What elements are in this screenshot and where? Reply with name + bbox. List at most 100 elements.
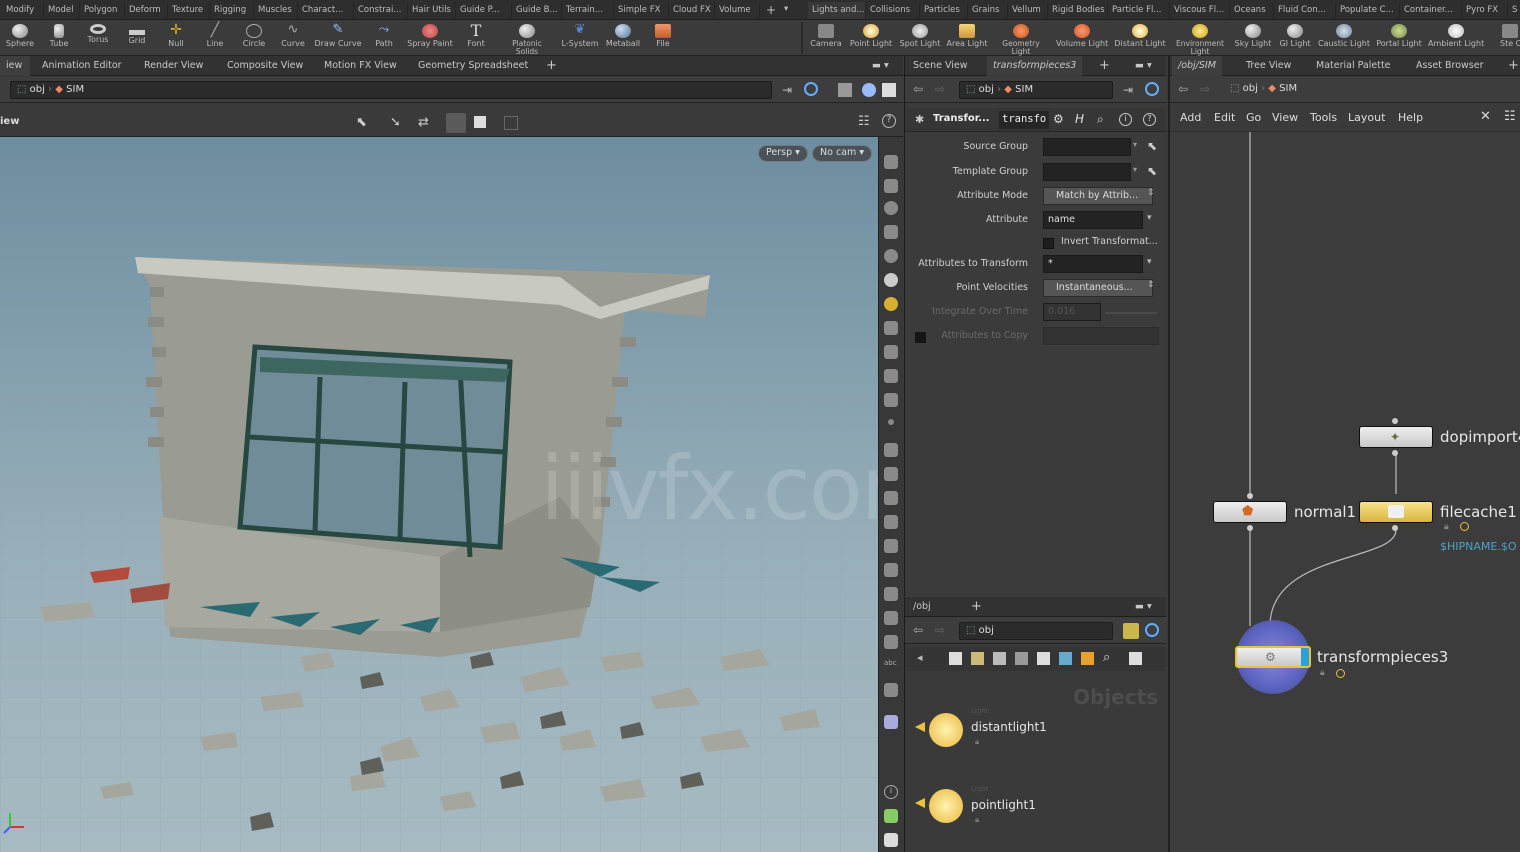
- shelf-tab[interactable]: Polygon: [80, 2, 125, 19]
- line-tool[interactable]: ╱ Line: [195, 22, 235, 56]
- gi-light-tool[interactable]: GI Light: [1275, 22, 1315, 56]
- shelf-tab[interactable]: Constrai...: [354, 2, 408, 19]
- grid-tool[interactable]: Grid: [117, 22, 157, 56]
- add-tab-icon[interactable]: +: [1502, 54, 1520, 74]
- attribute-field[interactable]: name: [1043, 211, 1143, 229]
- shelf-tab[interactable]: Modify: [2, 2, 44, 19]
- shelf-tab[interactable]: S: [1508, 2, 1520, 19]
- hscript-icon[interactable]: H: [1075, 112, 1084, 126]
- text-icon[interactable]: abc: [884, 659, 898, 673]
- caustic-light-tool[interactable]: Caustic Light: [1318, 22, 1370, 56]
- font-tool[interactable]: T Font: [456, 22, 496, 56]
- list-view-icon[interactable]: [949, 652, 962, 665]
- back-icon[interactable]: ⇦: [1178, 82, 1188, 96]
- camera-tool[interactable]: Camera: [806, 22, 846, 56]
- integrate-slider[interactable]: [1105, 312, 1157, 314]
- search-icon[interactable]: ⌕: [1103, 650, 1110, 665]
- input-connector[interactable]: [1247, 493, 1253, 499]
- menu-add[interactable]: Add: [1180, 111, 1201, 124]
- measure-icon[interactable]: [884, 611, 898, 625]
- gear-icon[interactable]: ⚙: [1053, 112, 1064, 126]
- draw-curve-tool[interactable]: ✎ Draw Curve: [314, 22, 362, 56]
- geometry-light-tool[interactable]: Geometry Light: [998, 22, 1044, 56]
- sticky-note-icon[interactable]: [1037, 652, 1050, 665]
- bounding-box-icon[interactable]: [884, 563, 898, 577]
- background-icon[interactable]: [884, 683, 898, 697]
- tab-motion-fx-view[interactable]: Motion FX View: [318, 56, 403, 76]
- net-path-selector[interactable]: ⬚ obj › ◆ SIM: [1224, 81, 1520, 99]
- distantlight1-node[interactable]: [915, 711, 965, 747]
- tab-obj-sim[interactable]: /obj/SIM: [1172, 56, 1222, 76]
- add-tab-icon[interactable]: +: [540, 54, 563, 74]
- tab-material-palette[interactable]: Material Palette: [1310, 56, 1397, 76]
- ambient-light-tool[interactable]: Ambient Light: [1428, 22, 1484, 56]
- node-name-field[interactable]: transfo: [999, 111, 1049, 129]
- point-display-icon[interactable]: [888, 419, 894, 425]
- snap-icon[interactable]: [884, 225, 898, 239]
- vector-icon[interactable]: [884, 443, 898, 457]
- points-icon[interactable]: [884, 393, 898, 407]
- info-icon[interactable]: i: [884, 785, 898, 799]
- display-icon[interactable]: [838, 83, 852, 97]
- pin-icon[interactable]: ⇥: [782, 83, 792, 97]
- lighting-icon[interactable]: [884, 273, 898, 287]
- path-sim[interactable]: SIM: [1279, 83, 1297, 94]
- output-connector[interactable]: [1247, 525, 1253, 531]
- point-light-tool[interactable]: Point Light: [848, 22, 894, 56]
- select-tool-icon[interactable]: ⬉: [356, 115, 367, 130]
- scene-icon[interactable]: [474, 116, 486, 128]
- back-icon[interactable]: ⇦: [913, 623, 923, 637]
- tab-scene-view-2[interactable]: Scene View: [907, 56, 974, 76]
- shelf-tab[interactable]: Cloud FX: [669, 2, 715, 19]
- forward-icon[interactable]: ⇨: [935, 623, 945, 637]
- tab-obj[interactable]: /obj: [907, 597, 937, 617]
- sphere-tool[interactable]: Sphere: [0, 22, 40, 56]
- template-icon[interactable]: [884, 345, 898, 359]
- menu-view[interactable]: View: [1272, 111, 1298, 124]
- select-arrow-icon[interactable]: ⬉: [1147, 139, 1157, 153]
- link-icon[interactable]: [804, 82, 818, 96]
- select-arrow-icon[interactable]: ⬉: [1147, 164, 1157, 178]
- pin-icon[interactable]: [1123, 623, 1139, 639]
- shelf-tab[interactable]: Terrain...: [562, 2, 614, 19]
- menu-help[interactable]: Help: [1398, 111, 1423, 124]
- attributes-to-transform-field[interactable]: *: [1043, 255, 1143, 273]
- area-light-tool[interactable]: Area Light: [945, 22, 989, 56]
- shelf-menu-icon[interactable]: ▾: [780, 1, 792, 18]
- environment-light-tool[interactable]: Environment Light: [1172, 22, 1228, 56]
- shelf-tab[interactable]: Particles: [920, 2, 968, 19]
- param-path-selector[interactable]: ⬚ obj › ◆ SIM: [959, 81, 1113, 99]
- forward-icon[interactable]: ⇨: [935, 82, 945, 96]
- prim-numbers-icon[interactable]: [884, 539, 898, 553]
- tab-geometry-spreadsheet[interactable]: Geometry Spreadsheet: [412, 56, 534, 76]
- view-tool-icon[interactable]: [446, 113, 466, 133]
- attributes-to-copy-checkbox[interactable]: [915, 332, 926, 343]
- shelf-tab[interactable]: Viscous Fl...: [1170, 2, 1230, 19]
- curve-tool[interactable]: ∿ Curve: [273, 22, 313, 56]
- link-icon[interactable]: [1145, 82, 1159, 96]
- tile-view-icon[interactable]: [993, 652, 1006, 665]
- invert-transform-checkbox[interactable]: [1043, 238, 1054, 249]
- l-system-tool[interactable]: ❦ L-System: [560, 22, 600, 56]
- scene-viewport[interactable]: Persp ▾ No cam ▾ iiivfx.com: [0, 137, 878, 852]
- point-numbers-icon[interactable]: [884, 515, 898, 529]
- normal1-node[interactable]: ⬟: [1213, 501, 1287, 523]
- point-velocities-menu[interactable]: Instantaneous...: [1043, 279, 1153, 297]
- pointlight1-node[interactable]: [915, 787, 965, 823]
- snapshot-icon[interactable]: [882, 83, 896, 97]
- shelf-tab[interactable]: Container...: [1400, 2, 1462, 19]
- shelf-tab[interactable]: Vellum: [1008, 2, 1048, 19]
- source-group-field[interactable]: [1043, 138, 1131, 156]
- help-icon[interactable]: ?: [882, 114, 896, 128]
- path-obj[interactable]: obj: [1243, 83, 1258, 94]
- transformpieces3-node[interactable]: ⚙: [1235, 646, 1311, 668]
- add-tab-icon[interactable]: +: [965, 595, 988, 615]
- normals-icon[interactable]: [884, 369, 898, 383]
- file-tool[interactable]: File: [643, 22, 683, 56]
- tube-tool[interactable]: Tube: [39, 22, 79, 56]
- path-obj[interactable]: obj: [979, 625, 994, 636]
- color-palette-icon[interactable]: [1081, 652, 1094, 665]
- search-icon[interactable]: ⌕: [1097, 112, 1104, 127]
- shelf-tab[interactable]: Collisions: [866, 2, 920, 19]
- info-icon[interactable]: i: [1119, 113, 1132, 126]
